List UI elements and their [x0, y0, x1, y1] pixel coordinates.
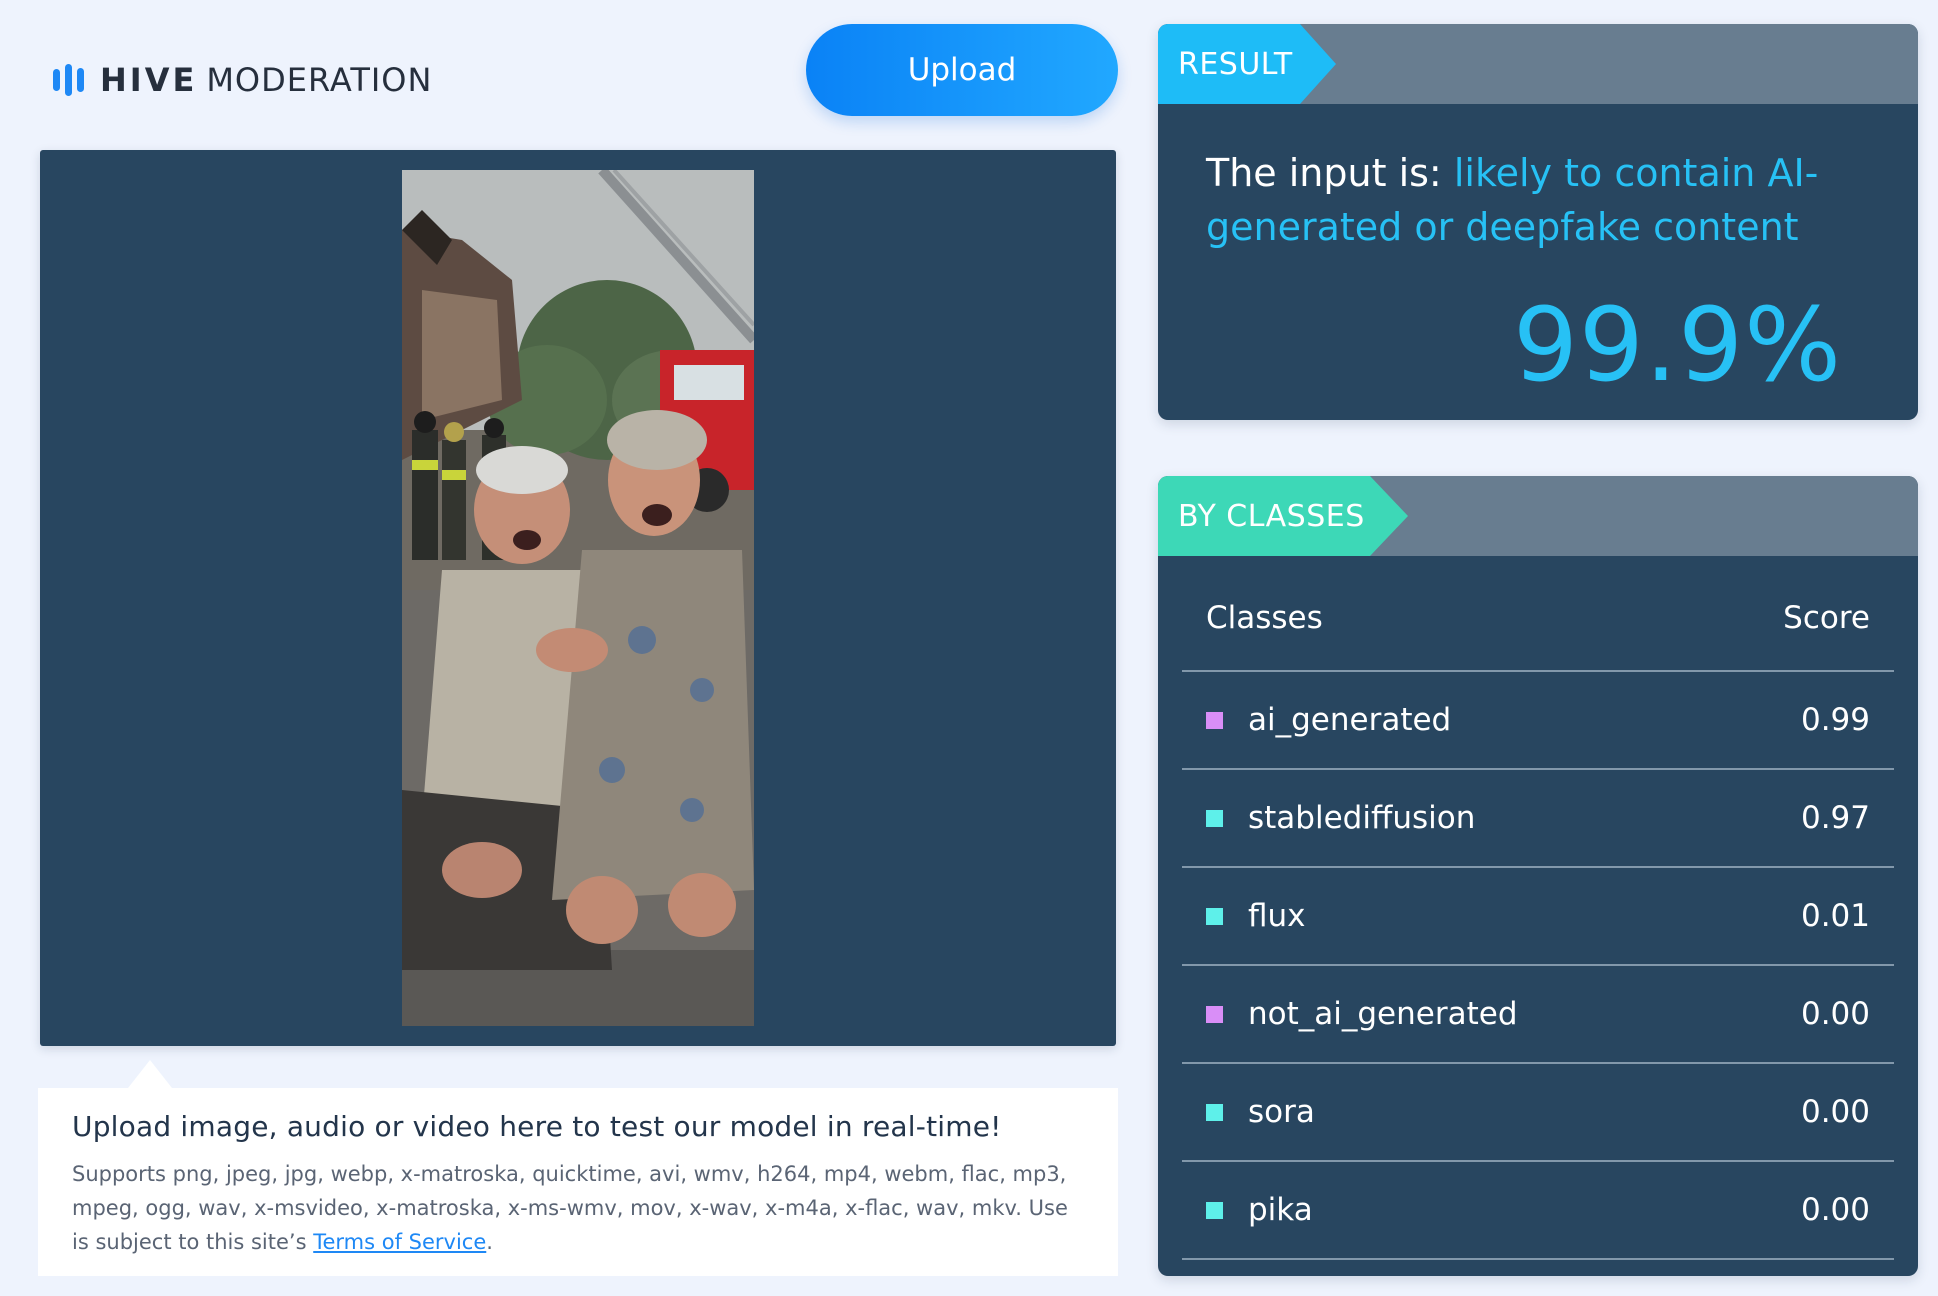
class-name: sora — [1248, 1094, 1315, 1130]
upload-info-title: Upload image, audio or video here to tes… — [72, 1110, 1002, 1143]
result-statement: The input is: likely to contain AI-gener… — [1206, 146, 1870, 254]
logo-bars-icon — [53, 64, 84, 96]
class-score: 0.00 — [1800, 1192, 1870, 1228]
result-prefix: The input is: — [1206, 151, 1454, 195]
class-color-swatch — [1206, 711, 1223, 729]
class-color-swatch — [1206, 1005, 1223, 1023]
supported-formats-list: Supports png, jpeg, jpg, webp, x-matrosk… — [72, 1162, 1068, 1254]
supported-formats-text: Supports png, jpeg, jpg, webp, x-matrosk… — [72, 1157, 1084, 1259]
classes-card-header: BY CLASSES — [1158, 476, 1918, 556]
class-name: flux — [1248, 898, 1306, 934]
class-name: ai_generated — [1248, 702, 1452, 738]
by-classes-card: BY CLASSES Classes Score ai_generated 0.… — [1158, 476, 1918, 1276]
classes-table-header: Classes Score — [1182, 556, 1894, 672]
class-color-swatch — [1206, 1201, 1223, 1219]
class-name: pika — [1248, 1192, 1313, 1228]
upload-info-card: Upload image, audio or video here to tes… — [38, 1060, 1118, 1276]
class-score: 0.00 — [1800, 996, 1870, 1032]
result-tag: RESULT — [1158, 24, 1336, 104]
table-row: stablediffusion 0.97 — [1182, 770, 1894, 868]
hive-moderation-logo[interactable]: HIVE MODERATION — [53, 60, 432, 100]
logo-text-hive: HIVE — [100, 61, 198, 99]
class-color-swatch — [1206, 809, 1223, 827]
class-score: 0.97 — [1800, 800, 1870, 836]
classes-table: Classes Score ai_generated 0.99 stabledi… — [1182, 556, 1894, 1260]
column-header-score: Score — [1783, 600, 1870, 636]
class-score: 0.99 — [1800, 702, 1870, 738]
upload-button[interactable]: Upload — [806, 24, 1118, 116]
result-card-header: RESULT — [1158, 24, 1918, 104]
column-header-classes: Classes — [1206, 600, 1323, 636]
class-name: not_ai_generated — [1248, 996, 1518, 1032]
uploaded-image-preview — [402, 170, 754, 1026]
logo-text-moderation: MODERATION — [206, 61, 433, 99]
table-row: not_ai_generated 0.00 — [1182, 966, 1894, 1064]
class-color-swatch — [1206, 907, 1223, 925]
table-row: ai_generated 0.99 — [1182, 672, 1894, 770]
supported-formats-end: . — [486, 1230, 493, 1254]
table-row: pika 0.00 — [1182, 1162, 1894, 1260]
media-preview-panel[interactable] — [40, 150, 1116, 1046]
class-score: 0.01 — [1800, 898, 1870, 934]
terms-of-service-link[interactable]: Terms of Service — [313, 1230, 486, 1254]
class-name: stablediffusion — [1248, 800, 1476, 836]
by-classes-tag: BY CLASSES — [1158, 476, 1408, 556]
table-row: flux 0.01 — [1182, 868, 1894, 966]
table-row: sora 0.00 — [1182, 1064, 1894, 1162]
class-color-swatch — [1206, 1103, 1223, 1121]
result-card: RESULT The input is: likely to contain A… — [1158, 24, 1918, 420]
class-score: 0.00 — [1800, 1094, 1870, 1130]
result-score: 99.9% — [1512, 286, 1842, 405]
